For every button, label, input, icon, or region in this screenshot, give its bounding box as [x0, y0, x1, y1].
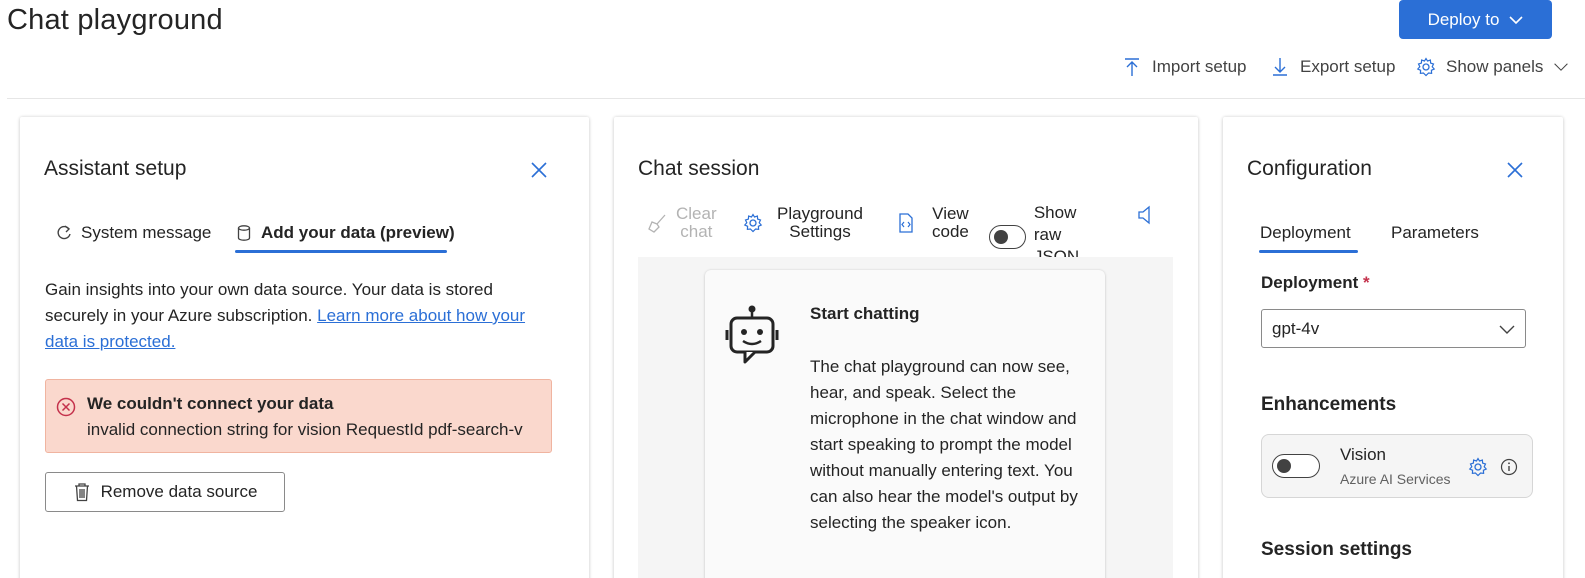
remove-data-source-label: Remove data source — [100, 482, 258, 501]
deploy-label: Deploy to — [1427, 9, 1500, 29]
chevron-down-icon — [1509, 15, 1523, 24]
show-panels-label: Show panels — [1446, 57, 1544, 76]
playground-settings-label-1: Playground — [777, 204, 864, 223]
import-setup-button[interactable]: Import setup — [1122, 53, 1247, 81]
gear-icon[interactable] — [1468, 457, 1488, 477]
start-chatting-card: Start chatting The chat playground can n… — [705, 270, 1105, 578]
chat-messages-area: Start chatting The chat playground can n… — [638, 257, 1173, 578]
start-chatting-title: Start chatting — [810, 304, 920, 323]
selected-tab-indicator — [1259, 250, 1358, 253]
show-raw-json-label-1: Show raw — [1033, 203, 1077, 244]
vision-title: Vision — [1340, 445, 1386, 464]
chevron-down-icon — [1554, 63, 1569, 71]
clear-chat-button[interactable]: Clear chat — [648, 205, 717, 241]
chat-session-title: Chat session — [638, 157, 760, 180]
close-icon[interactable] — [528, 159, 550, 181]
view-code-label-1: View — [932, 204, 969, 223]
view-code-label-2: code — [932, 222, 969, 241]
deployment-select[interactable]: gpt-4v — [1261, 309, 1526, 348]
tab-parameters-label: Parameters — [1391, 223, 1479, 242]
deployment-label-text: Deployment — [1261, 273, 1359, 292]
database-icon — [237, 225, 251, 241]
chat-session-panel: Chat session Clear chat Playground Setting… — [614, 117, 1198, 578]
vision-toggle[interactable] — [1272, 454, 1320, 478]
import-setup-label: Import setup — [1152, 57, 1247, 76]
refresh-icon — [57, 225, 71, 240]
info-icon[interactable] — [1500, 458, 1518, 476]
error-circle-icon — [56, 397, 76, 417]
tab-parameters[interactable]: Parameters — [1391, 215, 1479, 251]
required-asterisk: * — [1363, 273, 1370, 292]
bot-icon — [725, 305, 779, 364]
configuration-panel: Configuration Deployment Parameters Depl… — [1223, 117, 1563, 578]
clear-chat-label-1: Clear — [676, 204, 717, 223]
close-icon[interactable] — [1504, 159, 1526, 181]
deployment-field-label: Deployment * — [1261, 273, 1370, 293]
header-toolbar: Import setup Export setup Show panels — [0, 53, 1585, 81]
gear-icon — [743, 213, 763, 233]
clear-chat-label-2: chat — [680, 222, 713, 241]
page-title: Chat playground — [7, 4, 223, 36]
tab-deployment[interactable]: Deployment — [1260, 215, 1351, 251]
raw-json-switch[interactable] — [989, 225, 1026, 249]
playground-settings-button[interactable]: Playground Settings — [743, 205, 863, 241]
tab-system-message[interactable]: System message — [55, 215, 211, 251]
export-setup-label: Export setup — [1300, 57, 1396, 76]
trash-icon — [74, 483, 89, 502]
download-icon — [1273, 58, 1287, 76]
view-code-button[interactable]: View code — [896, 205, 969, 241]
enhancements-heading: Enhancements — [1261, 394, 1397, 415]
playground-settings-label-2: Settings — [789, 222, 851, 241]
data-intro-text: Gain insights into your own data source.… — [45, 277, 545, 355]
tab-deployment-label: Deployment — [1260, 223, 1351, 242]
header-divider — [7, 98, 1585, 99]
tab-add-your-data-label: Add your data (preview) — [261, 223, 455, 242]
export-setup-button[interactable]: Export setup — [1270, 53, 1395, 81]
gear-icon — [1416, 57, 1436, 77]
assistant-setup-title: Assistant setup — [44, 157, 187, 180]
deploy-to-button[interactable]: Deploy to — [1399, 0, 1552, 39]
assistant-setup-panel: Assistant setup System message Add your … — [20, 117, 589, 578]
tab-system-message-label: System message — [81, 223, 212, 242]
speaker-button[interactable] — [1136, 205, 1156, 225]
code-file-icon — [899, 213, 913, 233]
configuration-title: Configuration — [1247, 157, 1372, 180]
error-banner: We couldn't connect your data invalid co… — [45, 379, 552, 453]
vision-subtitle: Azure AI Services — [1340, 471, 1451, 487]
show-panels-button[interactable]: Show panels — [1416, 53, 1569, 81]
tab-add-your-data[interactable]: Add your data (preview) — [235, 215, 455, 251]
session-settings-heading: Session settings — [1261, 539, 1412, 560]
selected-tab-indicator — [235, 250, 447, 253]
error-message: invalid connection string for vision Req… — [87, 420, 523, 439]
deployment-select-value: gpt-4v — [1272, 318, 1320, 338]
speaker-icon — [1138, 205, 1150, 225]
broom-icon — [648, 214, 666, 233]
remove-data-source-button[interactable]: Remove data source — [45, 472, 285, 512]
chevron-down-icon — [1499, 325, 1515, 334]
upload-icon — [1125, 58, 1139, 76]
vision-enhancement-card: Vision Azure AI Services — [1261, 434, 1533, 498]
error-title: We couldn't connect your data — [87, 394, 334, 413]
start-chatting-body: The chat playground can now see, hear, a… — [810, 357, 1078, 532]
